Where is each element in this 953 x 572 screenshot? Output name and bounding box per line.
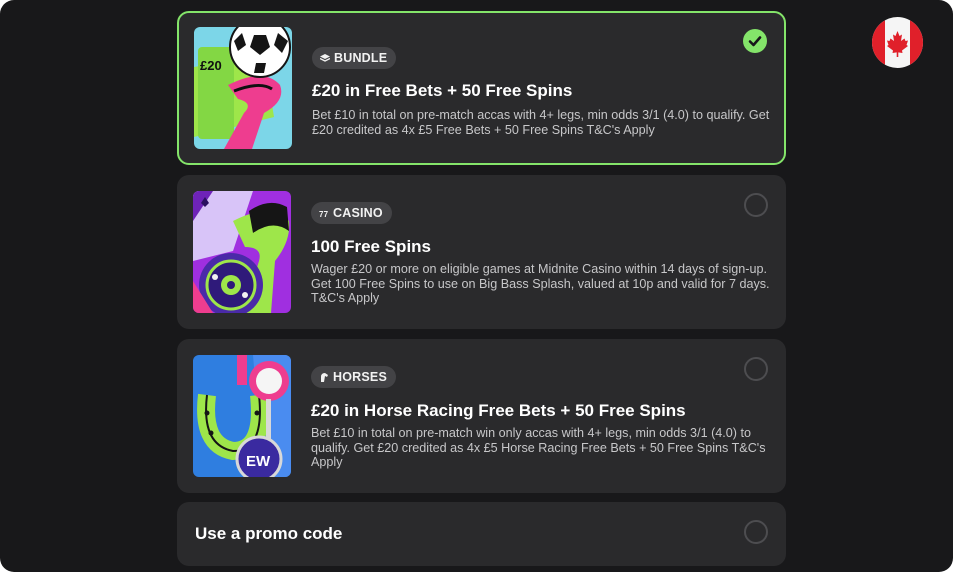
- offer-description: Wager £20 or more on eligible games at M…: [311, 262, 770, 306]
- offer-badge: BUNDLE: [312, 47, 397, 69]
- offer-badge-label: CASINO: [333, 206, 383, 220]
- thumb-amount-text: £20: [200, 58, 222, 73]
- promo-code-label: Use a promo code: [195, 524, 343, 543]
- svg-text:77: 77: [319, 210, 329, 218]
- promo-code-option[interactable]: Use a promo code: [177, 502, 786, 566]
- bundle-offer-image: £20: [194, 27, 292, 149]
- offer-card-bundle[interactable]: £20 BUNDLE £20 in Free Bets + 50 Free Sp…: [177, 11, 786, 165]
- offer-card-casino[interactable]: 77 CASINO 100 Free Spins Wager £20 or mo…: [177, 175, 786, 329]
- offer-description: Bet £10 in total on pre-match win only a…: [311, 426, 766, 470]
- horse-head-icon: [319, 372, 329, 382]
- offer-badge-label: BUNDLE: [334, 51, 388, 65]
- offer-title: £20 in Free Bets + 50 Free Spins: [312, 81, 573, 100]
- offer-badge-label: HORSES: [333, 370, 387, 384]
- canada-flag-icon[interactable]: [872, 17, 923, 68]
- casino-777-icon: 77: [319, 208, 329, 218]
- selected-check-icon[interactable]: [743, 29, 767, 53]
- offer-radio-button[interactable]: [744, 357, 768, 381]
- thumb-ew-text: EW: [246, 453, 271, 470]
- offer-radio-button[interactable]: [744, 193, 768, 217]
- layers-icon: [320, 53, 330, 63]
- offer-description: Bet £10 in total on pre-match accas with…: [312, 108, 770, 137]
- offer-selection-panel: £20 BUNDLE £20 in Free Bets + 50 Free Sp…: [0, 0, 953, 572]
- promo-radio-button[interactable]: [744, 520, 768, 544]
- offer-title: 100 Free Spins: [311, 237, 432, 256]
- offer-badge: HORSES: [311, 366, 396, 388]
- offer-card-horses[interactable]: EW HORSES £20 in Horse Racing Free Bets …: [177, 339, 786, 493]
- offer-title: £20 in Horse Racing Free Bets + 50 Free …: [311, 401, 686, 420]
- casino-offer-image: [193, 191, 291, 313]
- offer-badge: 77 CASINO: [311, 202, 392, 224]
- horses-offer-image: EW: [193, 355, 291, 477]
